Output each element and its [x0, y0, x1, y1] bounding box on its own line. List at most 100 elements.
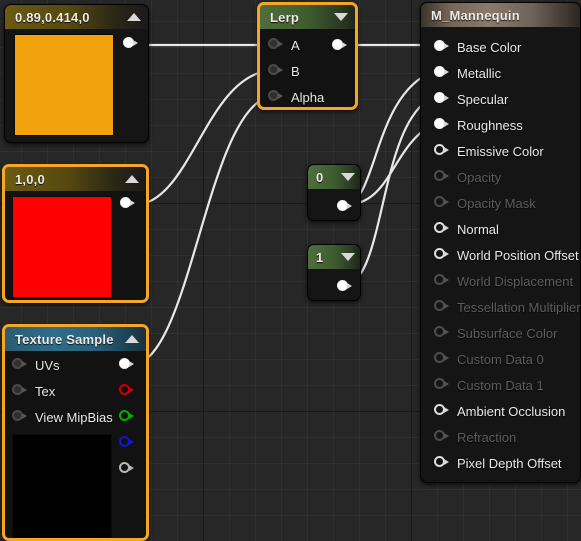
input-pin-alpha[interactable]: Alpha [268, 90, 324, 105]
pin-icon [434, 404, 449, 418]
pin-icon [434, 378, 449, 392]
node-constant3-orange[interactable]: 0.89,0.414,0 [4, 4, 149, 143]
material-input-specular[interactable]: Specular [434, 92, 508, 107]
material-input-opacity[interactable]: Opacity [434, 170, 501, 185]
pin-arrow-icon [129, 386, 134, 393]
node-header[interactable]: Texture Sample [5, 327, 146, 351]
pin-arrow-icon [22, 360, 27, 367]
node-constant-one[interactable]: 1 [307, 244, 361, 301]
input-pin-label: UVs [35, 357, 60, 373]
pin-arrow-icon [444, 432, 449, 439]
material-input-world-displacement[interactable]: World Displacement [434, 274, 573, 289]
input-pin-view-mipbias[interactable]: View MipBias [12, 409, 113, 425]
material-input-label: Subsurface Color [457, 325, 558, 341]
node-header[interactable]: 0 [308, 165, 360, 189]
node-frame: 1 [307, 244, 361, 301]
output-pin[interactable] [123, 37, 138, 51]
b-output-pin[interactable] [119, 436, 134, 450]
node-material-output[interactable]: M_Mannequin Base Color Metallic Specular Ro… [420, 2, 581, 483]
color-swatch-orange[interactable] [14, 34, 114, 136]
pin-icon [434, 66, 449, 80]
input-pin-label: View MipBias [35, 409, 113, 425]
caret-up-icon[interactable] [125, 175, 139, 183]
material-input-base-color[interactable]: Base Color [434, 40, 521, 55]
pin-arrow-icon [278, 40, 283, 47]
input-pin-label: A [291, 37, 300, 53]
pin-uvs-icon [12, 358, 27, 372]
material-input-roughness[interactable]: Roughness [434, 118, 523, 133]
pin-icon [434, 92, 449, 106]
pin-arrow-icon [22, 412, 27, 419]
pin-arrow-icon [444, 354, 449, 361]
material-input-opacity-mask[interactable]: Opacity Mask [434, 196, 536, 211]
material-input-metallic[interactable]: Metallic [434, 66, 501, 81]
pin-arrow-icon [129, 360, 134, 367]
texture-preview[interactable] [12, 434, 112, 538]
pin-alpha-icon [268, 90, 283, 104]
caret-down-icon[interactable] [341, 173, 355, 181]
r-output-pin[interactable] [119, 384, 134, 398]
caret-up-icon[interactable] [127, 13, 141, 21]
pin-arrow-icon [444, 380, 449, 387]
node-header[interactable]: 0.89,0.414,0 [5, 5, 148, 29]
pin-arrow-icon [130, 199, 135, 206]
material-graph-canvas[interactable]: 0.89,0.414,0 1,0,0 Texture Sample UVs Te… [0, 0, 581, 541]
pin-arrow-icon [129, 438, 134, 445]
node-texture-sample[interactable]: Texture Sample UVs Tex View MipBias [2, 324, 149, 541]
pin-arrow-icon [129, 412, 134, 419]
pin-arrow-icon [444, 276, 449, 283]
caret-down-icon[interactable] [334, 13, 348, 21]
input-pin-a[interactable]: A [268, 37, 300, 53]
input-pin-tex[interactable]: Tex [12, 384, 55, 399]
material-input-custom-data-1[interactable]: Custom Data 1 [434, 378, 544, 393]
material-input-emissive-color[interactable]: Emissive Color [434, 144, 544, 159]
node-lerp[interactable]: Lerp A B Alpha [257, 2, 358, 110]
material-input-pixel-depth-offset[interactable]: Pixel Depth Offset [434, 456, 562, 471]
material-input-world-position-offset[interactable]: World Position Offset [434, 247, 579, 263]
material-input-tessellation-multiplier[interactable]: Tessellation Multiplier [434, 300, 581, 315]
a-output-pin[interactable] [119, 462, 134, 476]
pin-icon [434, 196, 449, 210]
pin-viewmipbias-icon [12, 410, 27, 424]
pin-icon [434, 248, 449, 262]
output-pin[interactable] [332, 39, 347, 53]
output-pin[interactable] [337, 280, 352, 294]
node-frame: 0.89,0.414,0 [4, 4, 149, 143]
material-input-normal[interactable]: Normal [434, 222, 499, 237]
material-input-ambient-occlusion[interactable]: Ambient Occlusion [434, 404, 565, 419]
pin-arrow-icon [342, 41, 347, 48]
node-constant3-red[interactable]: 1,0,0 [2, 164, 149, 303]
node-title: 0.89,0.414,0 [15, 9, 90, 25]
node-header[interactable]: 1,0,0 [5, 167, 146, 191]
node-header[interactable]: Lerp [260, 5, 355, 29]
g-output-pin[interactable] [119, 410, 134, 424]
pin-icon [434, 170, 449, 184]
rgb-output-pin[interactable] [119, 358, 134, 372]
pin-icon [434, 300, 449, 314]
pin-icon [434, 326, 449, 340]
pin-arrow-icon [444, 42, 449, 49]
material-input-custom-data-0[interactable]: Custom Data 0 [434, 352, 544, 367]
node-title: M_Mannequin [431, 7, 520, 23]
node-header[interactable]: 1 [308, 245, 360, 269]
node-header[interactable]: M_Mannequin [421, 3, 580, 27]
pin-arrow-icon [444, 172, 449, 179]
pin-arrow-icon [347, 282, 352, 289]
material-input-refraction[interactable]: Refraction [434, 430, 516, 445]
input-pin-b[interactable]: B [268, 64, 300, 79]
output-pin[interactable] [337, 200, 352, 214]
caret-up-icon[interactable] [125, 335, 139, 343]
pin-arrow-icon [444, 68, 449, 75]
output-pin[interactable] [120, 197, 135, 211]
color-swatch-red[interactable] [12, 196, 112, 298]
pin-arrow-icon [444, 328, 449, 335]
pin-arrow-icon [444, 224, 449, 231]
pin-arrow-icon [444, 120, 449, 127]
input-pin-uvs[interactable]: UVs [12, 357, 60, 373]
pin-icon [434, 222, 449, 236]
material-input-subsurface-color[interactable]: Subsurface Color [434, 325, 558, 341]
node-frame: 1,0,0 [2, 164, 149, 303]
caret-down-icon[interactable] [341, 253, 355, 261]
material-input-label: World Position Offset [457, 247, 579, 263]
node-constant-zero[interactable]: 0 [307, 164, 361, 221]
